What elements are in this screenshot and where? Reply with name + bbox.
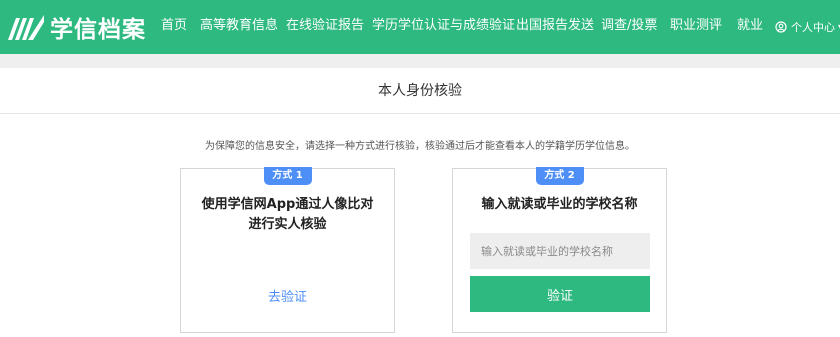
nav-overseas-report[interactable]: 出国报告发送 — [516, 0, 594, 54]
header-spacer — [0, 54, 840, 68]
verify-button[interactable]: 验证 — [470, 276, 650, 312]
nav-online-verification-report[interactable]: 在线验证报告 — [286, 0, 364, 54]
nav-home[interactable]: 首页 — [161, 0, 187, 54]
top-nav-bar: 学信档案 首页 高等教育信息 在线验证报告 学历学位认证与成绩验证 出国报告发送… — [0, 0, 840, 54]
method-1-badge: 方式 1 — [263, 167, 312, 185]
logo-book-icon — [8, 15, 44, 40]
page-heading-bar: 本人身份核验 — [0, 68, 840, 114]
security-notice: 为保障您的信息安全，请选择一种方式进行核验，核验通过后才能查看本人的学籍学历学位… — [205, 141, 635, 152]
nav-employment[interactable]: 就业 — [737, 0, 763, 54]
user-center-label: 个人中心 — [791, 21, 835, 34]
site-logo[interactable]: 学信档案 — [6, 9, 146, 45]
method-1-title-line2: 进行实人核验 — [248, 217, 327, 232]
method-2-title: 输入就读或毕业的学校名称 — [481, 197, 638, 212]
nav-survey-vote[interactable]: 调查/投票 — [601, 0, 657, 54]
user-circle-icon — [775, 21, 787, 33]
method-2-badge: 方式 2 — [535, 167, 584, 185]
method-1-title: 使用学信网App通过人像比对 进行实人核验 — [191, 195, 384, 235]
nav-degree-certification[interactable]: 学历学位认证与成绩验证 — [372, 0, 515, 54]
nav-career-assessment[interactable]: 职业测评 — [670, 0, 722, 54]
user-center-menu[interactable]: 个人中心 ▼ — [775, 0, 840, 54]
method-1-title-line1: 使用学信网App通过人像比对 — [201, 197, 374, 212]
logo-text: 学信档案 — [50, 17, 146, 43]
nav-higher-education-info[interactable]: 高等教育信息 — [200, 0, 278, 54]
method-1-card: 方式 1 使用学信网App通过人像比对 进行实人核验 去验证 — [180, 167, 395, 333]
page-title: 本人身份核验 — [378, 83, 462, 99]
school-name-input[interactable] — [470, 233, 650, 269]
go-verify-link[interactable]: 去验证 — [181, 286, 394, 305]
method-2-card: 方式 2 输入就读或毕业的学校名称 验证 — [452, 167, 667, 333]
